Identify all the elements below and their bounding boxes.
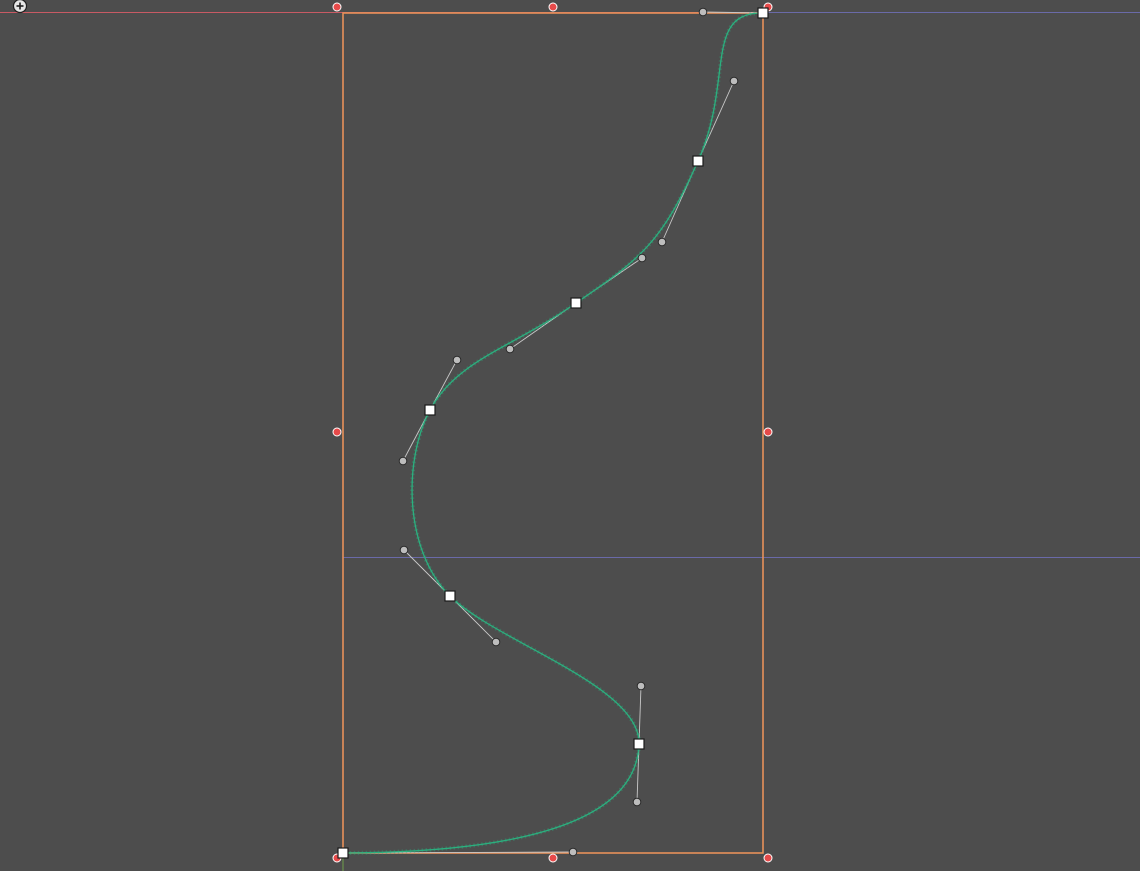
- control-handle[interactable]: [568, 847, 578, 857]
- control-handle[interactable]: [399, 545, 409, 555]
- control-handle[interactable]: [657, 237, 667, 247]
- control-handles: [398, 7, 739, 857]
- anchor-point[interactable]: [570, 297, 582, 309]
- bound-handle-bottom-center[interactable]: [548, 853, 558, 863]
- bound-handle-middle-left[interactable]: [332, 427, 342, 437]
- anchor-point[interactable]: [444, 590, 456, 602]
- control-handle[interactable]: [491, 637, 501, 647]
- bound-handle-top-center[interactable]: [548, 2, 558, 12]
- bounding-box: [342, 12, 764, 854]
- bezier-curve[interactable]: [342, 12, 764, 854]
- handle-lines: [342, 11, 764, 854]
- control-handle[interactable]: [452, 355, 462, 365]
- bound-handle-bottom-right[interactable]: [763, 853, 773, 863]
- anchor-point-start[interactable]: [757, 7, 769, 19]
- anchor-point[interactable]: [424, 404, 436, 416]
- control-handle[interactable]: [729, 76, 739, 86]
- plus-circle-icon[interactable]: [12, 0, 28, 14]
- control-handle[interactable]: [505, 344, 515, 354]
- anchor-point[interactable]: [692, 155, 704, 167]
- bound-handle-top-left[interactable]: [332, 2, 342, 12]
- anchor-point-end[interactable]: [337, 847, 349, 859]
- control-handle[interactable]: [637, 253, 647, 263]
- control-handle[interactable]: [632, 797, 642, 807]
- control-handle[interactable]: [698, 7, 708, 17]
- control-handle[interactable]: [636, 681, 646, 691]
- bounding-box-handles: [332, 2, 773, 863]
- bezier-curve-shadow: [342, 10, 764, 855]
- bound-handle-middle-right[interactable]: [763, 427, 773, 437]
- bezier-editor-canvas[interactable]: [0, 0, 1140, 871]
- control-handle[interactable]: [398, 456, 408, 466]
- anchor-points: [337, 7, 769, 859]
- anchor-point[interactable]: [633, 738, 645, 750]
